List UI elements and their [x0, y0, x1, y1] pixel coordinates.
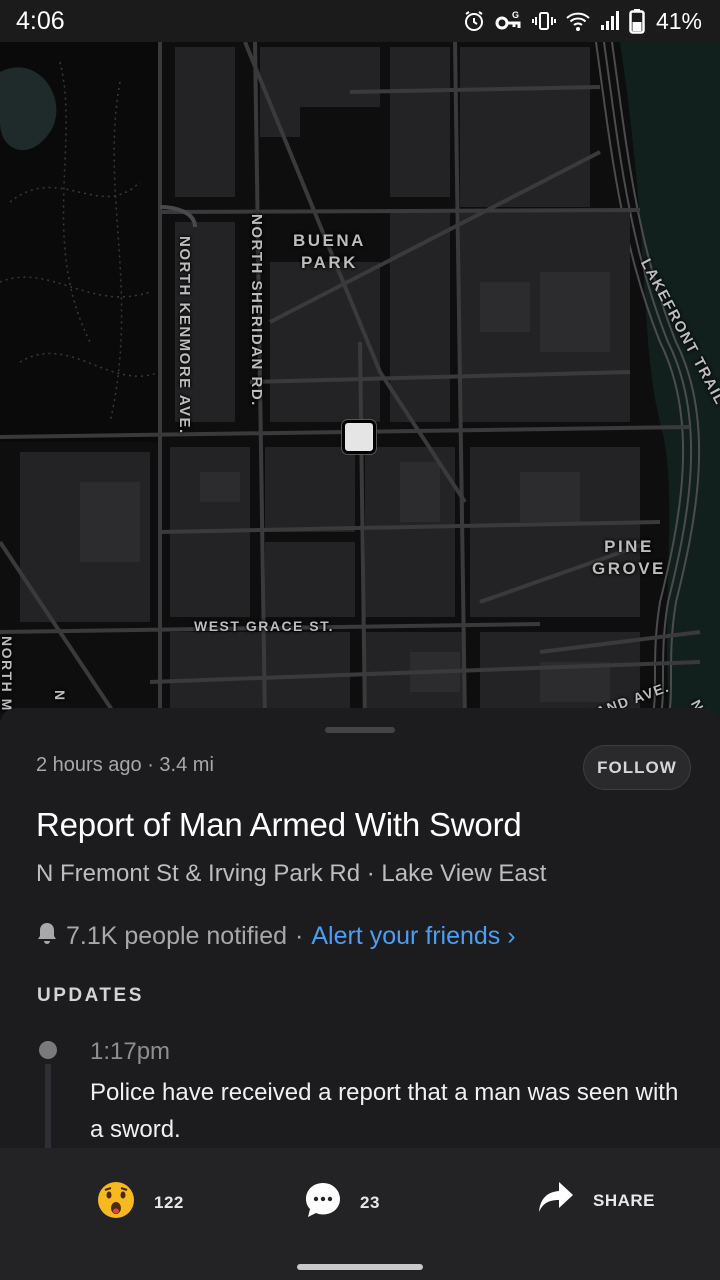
reactions-count: 122 — [154, 1192, 184, 1212]
share-button[interactable]: SHARE — [537, 1180, 655, 1221]
time-ago: 2 hours ago — [36, 754, 142, 776]
pine-grove-line2: GROVE — [592, 559, 666, 578]
alert-friends-link[interactable]: Alert your friends › — [311, 922, 515, 951]
reactions-button[interactable]: 122 — [96, 1180, 184, 1225]
vpn-key-icon: G — [495, 9, 523, 33]
battery-percent: 41% — [655, 7, 702, 34]
update-text: Police have received a report that a man… — [90, 1079, 679, 1143]
home-indicator[interactable] — [297, 1264, 423, 1270]
map-label-north-sheridan: NORTH SHERIDAN RD. — [248, 214, 265, 407]
timeline-line — [45, 1064, 51, 1154]
battery-icon — [629, 8, 645, 34]
wifi-icon — [565, 9, 591, 33]
people-notified: 7.1K people notified — [66, 922, 288, 950]
comment-bubble-icon — [304, 1180, 342, 1225]
vibrate-icon — [531, 9, 556, 33]
bell-icon — [36, 921, 58, 952]
status-icons: G 41% — [462, 8, 702, 35]
share-arrow-icon — [537, 1180, 575, 1221]
comments-button[interactable]: 23 — [304, 1180, 380, 1225]
timeline-dot — [39, 1041, 57, 1059]
incident-meta: 2 hours ago · 3.4 mi — [36, 754, 214, 777]
distance: 3.4 mi — [159, 754, 214, 776]
follow-button[interactable]: FOLLOW — [583, 745, 691, 790]
update-time: 1:17pm — [90, 1038, 171, 1065]
incident-detail-sheet: 2 hours ago · 3.4 mi FOLLOW Report of Ma… — [0, 708, 720, 1154]
pine-grove-line1: PINE — [604, 537, 654, 556]
sheet-drag-handle[interactable] — [325, 727, 395, 733]
share-label: SHARE — [593, 1190, 656, 1210]
svg-text:G: G — [512, 10, 519, 20]
map-label-north-kenmore: NORTH KENMORE AVE. — [176, 236, 193, 435]
surprised-emoji-icon — [96, 1180, 136, 1225]
map-label-pine-grove: PINE GROVE — [592, 536, 666, 580]
alarm-icon — [462, 9, 486, 33]
status-bar: 4:06 G 41% — [0, 0, 720, 42]
notify-line: 7.1K people notified · Alert your friend… — [36, 921, 516, 952]
incident-location: N Fremont St & Irving Park Rd · Lake Vie… — [36, 860, 547, 887]
action-bar: 122 23 SHARE — [0, 1148, 720, 1280]
status-time: 4:06 — [16, 6, 65, 35]
buena-park-line2: PARK — [301, 253, 358, 272]
map-label-buena-park: BUENA PARK — [293, 230, 366, 274]
incident-title: Report of Man Armed With Sword — [36, 806, 522, 843]
map-label-west-grace: WEST GRACE ST. — [194, 618, 335, 634]
notify-separator: · — [295, 922, 304, 950]
incident-map[interactable]: BUENA PARK NORTH KENMORE AVE. NORTH SHER… — [0, 42, 720, 722]
cell-signal-icon — [600, 9, 620, 33]
meta-separator: · — [141, 754, 160, 776]
buena-park-line1: BUENA — [293, 231, 366, 250]
map-canvas — [0, 42, 720, 722]
map-label-n-partial: N — [52, 690, 68, 702]
incident-location-marker[interactable] — [342, 420, 376, 454]
comments-count: 23 — [360, 1192, 380, 1212]
updates-heading: UPDATES — [37, 985, 144, 1006]
map-label-north-m: NORTH M — [0, 636, 15, 712]
